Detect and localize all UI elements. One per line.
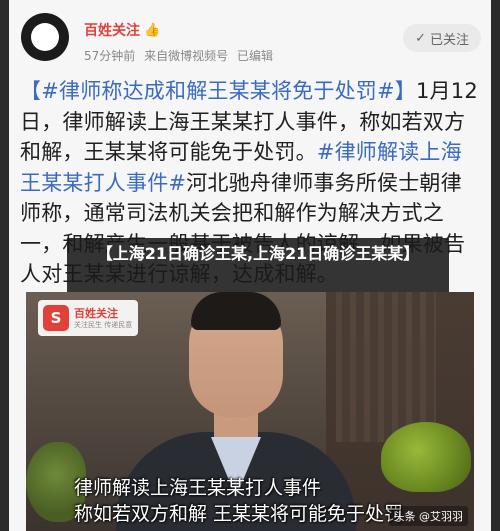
avatar-icon <box>31 23 59 51</box>
author-row: 百姓关注 👍 <box>84 20 160 40</box>
video-background <box>336 292 436 442</box>
post-screen: 百姓关注 👍 57分钟前 来自微博视频号 已编辑 ✓ 已关注 【#律师称达成和解… <box>9 0 491 531</box>
check-icon: ✓ <box>415 30 426 46</box>
thumbs-up-hand-icon: 👍 <box>144 22 161 38</box>
watermark: 头条 @艾羽羽 <box>388 506 468 526</box>
logo-title: 百姓关注 <box>74 306 118 320</box>
post-source: 来自微博视频号 <box>144 49 229 63</box>
channel-logo-icon: S <box>43 305 69 331</box>
hashtag-link[interactable]: 【#律师称达成和解王某某将免于处罚#】 <box>20 79 416 103</box>
avatar[interactable] <box>21 13 69 61</box>
followed-button[interactable]: ✓ 已关注 <box>403 24 481 52</box>
speaker-image <box>191 292 281 330</box>
video-caption-line: 称如若双方和解 王某某将可能免于处罚 <box>74 503 404 525</box>
post-header: 百姓关注 👍 57分钟前 来自微博视频号 已编辑 ✓ 已关注 <box>9 0 491 76</box>
logo-subtitle: 关注民生 传递民意 <box>74 320 133 329</box>
post-meta: 57分钟前 来自微博视频号 已编辑 <box>84 47 278 64</box>
post-time: 57分钟前 <box>84 49 136 63</box>
video-player[interactable]: S 百姓关注 关注民生 传递民意 律师解读上海王某某打人事件 称如若双方和解 王… <box>26 292 474 531</box>
video-caption-line: 律师解读上海王某某打人事件 <box>74 477 322 499</box>
followed-label: 已关注 <box>429 32 469 48</box>
author-name[interactable]: 百姓关注 <box>84 20 140 40</box>
channel-logo: S 百姓关注 关注民生 传递民意 <box>38 300 138 336</box>
post-edited: 已编辑 <box>236 49 273 63</box>
overlay-title: 【上海21日确诊王某,上海21日确诊王某某】 <box>67 238 449 294</box>
